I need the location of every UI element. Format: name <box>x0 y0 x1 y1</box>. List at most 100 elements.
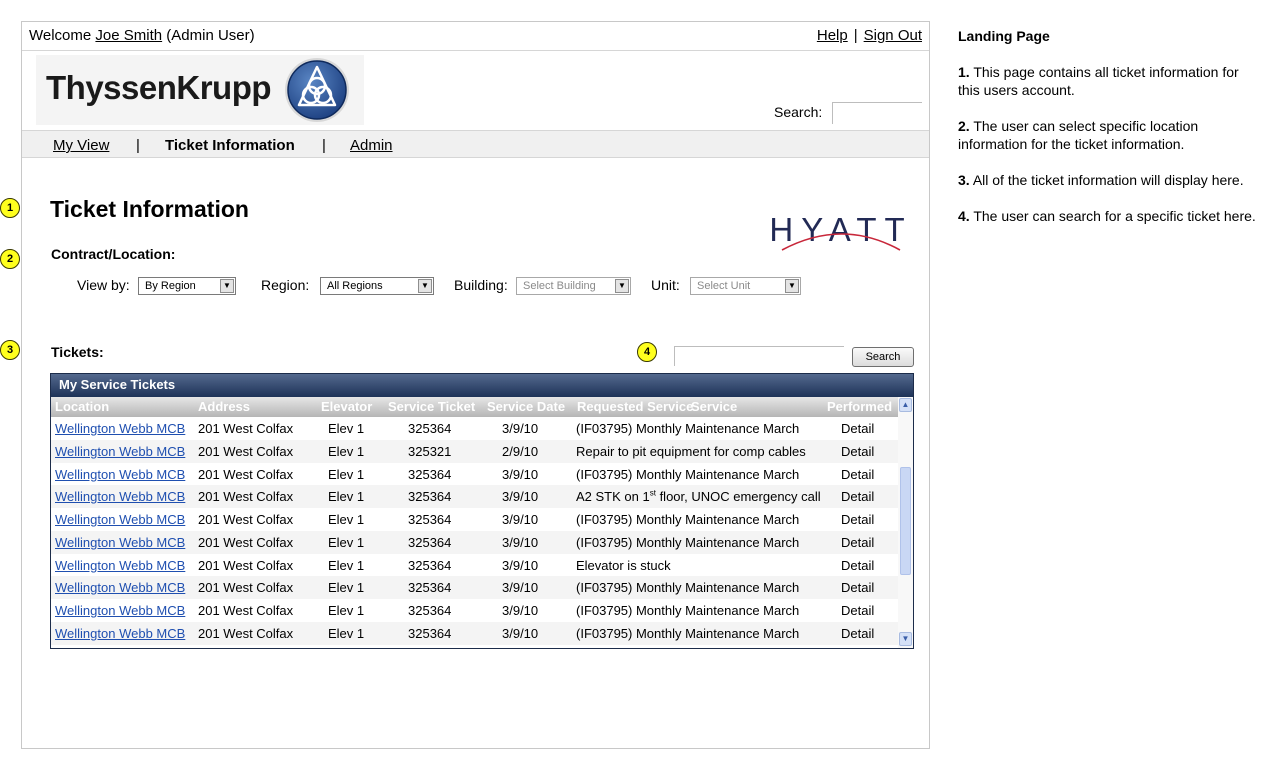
address-cell: 201 West Colfax <box>198 443 294 459</box>
service-date-cell: 3/9/10 <box>502 512 539 527</box>
dropdown-arrow-icon[interactable]: ▼ <box>615 279 629 293</box>
nav-ticket-information[interactable]: Ticket Information <box>165 137 295 154</box>
column-header-elevator[interactable]: Elevator <box>321 399 372 414</box>
service-tickets-grid: My Service Tickets Location Address Elev… <box>50 373 914 649</box>
view-by-select[interactable]: By Region ▼ <box>138 277 236 295</box>
scroll-thumb[interactable] <box>900 467 911 575</box>
detail-link[interactable]: Detail <box>841 580 874 595</box>
nav-admin[interactable]: Admin <box>350 137 393 154</box>
service-date-cell: 3/9/10 <box>502 557 539 573</box>
user-role: (Admin User) <box>166 27 255 44</box>
elevator-cell: Elev 1 <box>328 625 365 641</box>
elevator-cell: Elev 1 <box>328 489 365 505</box>
top-search-input[interactable] <box>832 102 922 124</box>
elevator-cell: Elev 1 <box>328 421 365 436</box>
location-link[interactable]: Wellington Webb MCB <box>55 626 185 641</box>
service-date-cell: 3/9/10 <box>502 489 539 505</box>
table-row: Wellington Webb MCB 201 West Colfax Elev 1… <box>51 599 913 622</box>
requested-service-cell: A2 STK on 1st floor, UNOC emergency call <box>576 489 821 504</box>
location-link[interactable]: Wellington Webb MCB <box>55 467 185 482</box>
thyssenkrupp-emblem-icon <box>285 58 349 122</box>
location-link[interactable]: Wellington Webb MCB <box>55 489 185 504</box>
table-row: Wellington Webb MCB 201 West Colfax Elev 1… <box>51 463 913 486</box>
detail-link[interactable]: Detail <box>841 444 874 459</box>
location-link[interactable]: Wellington Webb MCB <box>55 535 185 550</box>
service-ticket-cell: 325364 <box>408 512 452 527</box>
grid-scrollbar[interactable]: ▲ ▼ <box>898 397 913 648</box>
requested-service-text: Elevator is stuck <box>576 557 671 573</box>
scroll-up-icon[interactable]: ▲ <box>899 398 912 412</box>
table-row: Wellington Webb MCB 201 West Colfax Elev 1… <box>51 417 913 440</box>
requested-service-cell: (IF03795) Monthly Maintenance March <box>576 467 799 482</box>
ticket-search-button[interactable]: Search <box>852 347 914 367</box>
main-frame: Welcome Joe Smith (Admin User) Help | Sign… <box>21 21 930 749</box>
column-header-address[interactable]: Address <box>198 399 250 414</box>
location-link[interactable]: Wellington Webb MCB <box>55 444 185 459</box>
elevator-cell: Elev 1 <box>328 534 365 550</box>
detail-link[interactable]: Detail <box>841 489 874 504</box>
callout-3: 3 <box>0 340 20 360</box>
requested-service-cell: (IF03795) Monthly Maintenance March <box>576 603 799 618</box>
annotation-notes: Landing Page 1. This page contains all t… <box>958 27 1258 243</box>
tickets-label: Tickets: <box>51 344 104 360</box>
column-header-location[interactable]: Location <box>55 399 109 414</box>
location-link[interactable]: Wellington Webb MCB <box>55 512 185 527</box>
column-header-service[interactable]: Service <box>691 399 737 414</box>
region-select[interactable]: All Regions ▼ <box>320 277 434 295</box>
grid-body: Wellington Webb MCB 201 West Colfax Elev 1… <box>51 417 913 645</box>
location-link[interactable]: Wellington Webb MCB <box>55 421 185 436</box>
column-header-requested-service[interactable]: Requested Service <box>577 399 693 414</box>
requested-service-text: (IF03795) Monthly Maintenance March <box>576 603 800 618</box>
requested-service-text: (IF03795) Monthly Maintenance March <box>576 534 800 550</box>
detail-link[interactable]: Detail <box>841 467 874 482</box>
requested-service-text-rest: floor, UNOC emergency call <box>655 489 821 505</box>
user-name-link[interactable]: Joe Smith <box>95 27 162 44</box>
dropdown-arrow-icon[interactable]: ▼ <box>418 279 432 293</box>
building-select[interactable]: Select Building ▼ <box>516 277 631 295</box>
detail-link[interactable]: Detail <box>841 626 874 641</box>
unit-value: Select Unit <box>697 280 751 292</box>
service-date-cell: 3/9/10 <box>502 580 539 596</box>
detail-link[interactable]: Detail <box>841 558 874 573</box>
requested-service-cell: Elevator is stuck <box>576 558 671 573</box>
building-value: Select Building <box>523 280 596 292</box>
service-ticket-cell: 325364 <box>408 421 452 436</box>
detail-link[interactable]: Detail <box>841 421 874 436</box>
requested-service-text: (IF03795) Monthly Maintenance March <box>576 421 800 436</box>
service-ticket-cell: 325364 <box>408 625 452 641</box>
service-ticket-cell: 325364 <box>408 603 452 618</box>
location-link[interactable]: Wellington Webb MCB <box>55 580 185 595</box>
help-link[interactable]: Help <box>817 27 848 44</box>
note-item: 1. This page contains all ticket informa… <box>958 64 1239 98</box>
requested-service-cell: (IF03795) Monthly Maintenance March <box>576 535 799 550</box>
detail-link[interactable]: Detail <box>841 603 874 618</box>
column-header-performed[interactable]: Performed <box>827 399 892 414</box>
column-header-service-ticket[interactable]: Service Ticket <box>388 399 475 414</box>
sign-out-link[interactable]: Sign Out <box>864 27 922 44</box>
dropdown-arrow-icon[interactable]: ▼ <box>220 279 234 293</box>
note-item: 2. The user can select specific location… <box>958 118 1199 152</box>
nav-my-view[interactable]: My View <box>53 137 109 154</box>
main-nav: My View | Ticket Information | Admin <box>22 130 929 158</box>
region-value: All Regions <box>327 280 383 292</box>
requested-service-text: (IF03795) Monthly Maintenance March <box>576 466 800 482</box>
elevator-cell: Elev 1 <box>328 443 365 459</box>
company-logo-text: ThyssenKrupp <box>46 69 272 106</box>
unit-select[interactable]: Select Unit ▼ <box>690 277 801 295</box>
location-link[interactable]: Wellington Webb MCB <box>55 558 185 573</box>
requested-service-cell: (IF03795) Monthly Maintenance March <box>576 421 799 436</box>
column-header-service-date[interactable]: Service Date <box>487 399 565 414</box>
service-date-cell: 3/9/10 <box>502 625 539 641</box>
scroll-down-icon[interactable]: ▼ <box>899 632 912 646</box>
ticket-search-input[interactable] <box>674 346 844 366</box>
building-label: Building: <box>454 277 508 293</box>
detail-link[interactable]: Detail <box>841 512 874 527</box>
requested-service-text: A2 STK on 1 <box>576 489 650 505</box>
detail-link[interactable]: Detail <box>841 535 874 550</box>
company-logo: ThyssenKrupp <box>36 55 364 125</box>
welcome-message: Welcome Joe Smith (Admin User) <box>29 27 255 44</box>
service-ticket-cell: 325321 <box>408 443 452 459</box>
location-link[interactable]: Wellington Webb MCB <box>55 603 185 618</box>
requested-service-text: Repair to pit equipment for comp cables <box>576 443 806 459</box>
dropdown-arrow-icon[interactable]: ▼ <box>785 279 799 293</box>
